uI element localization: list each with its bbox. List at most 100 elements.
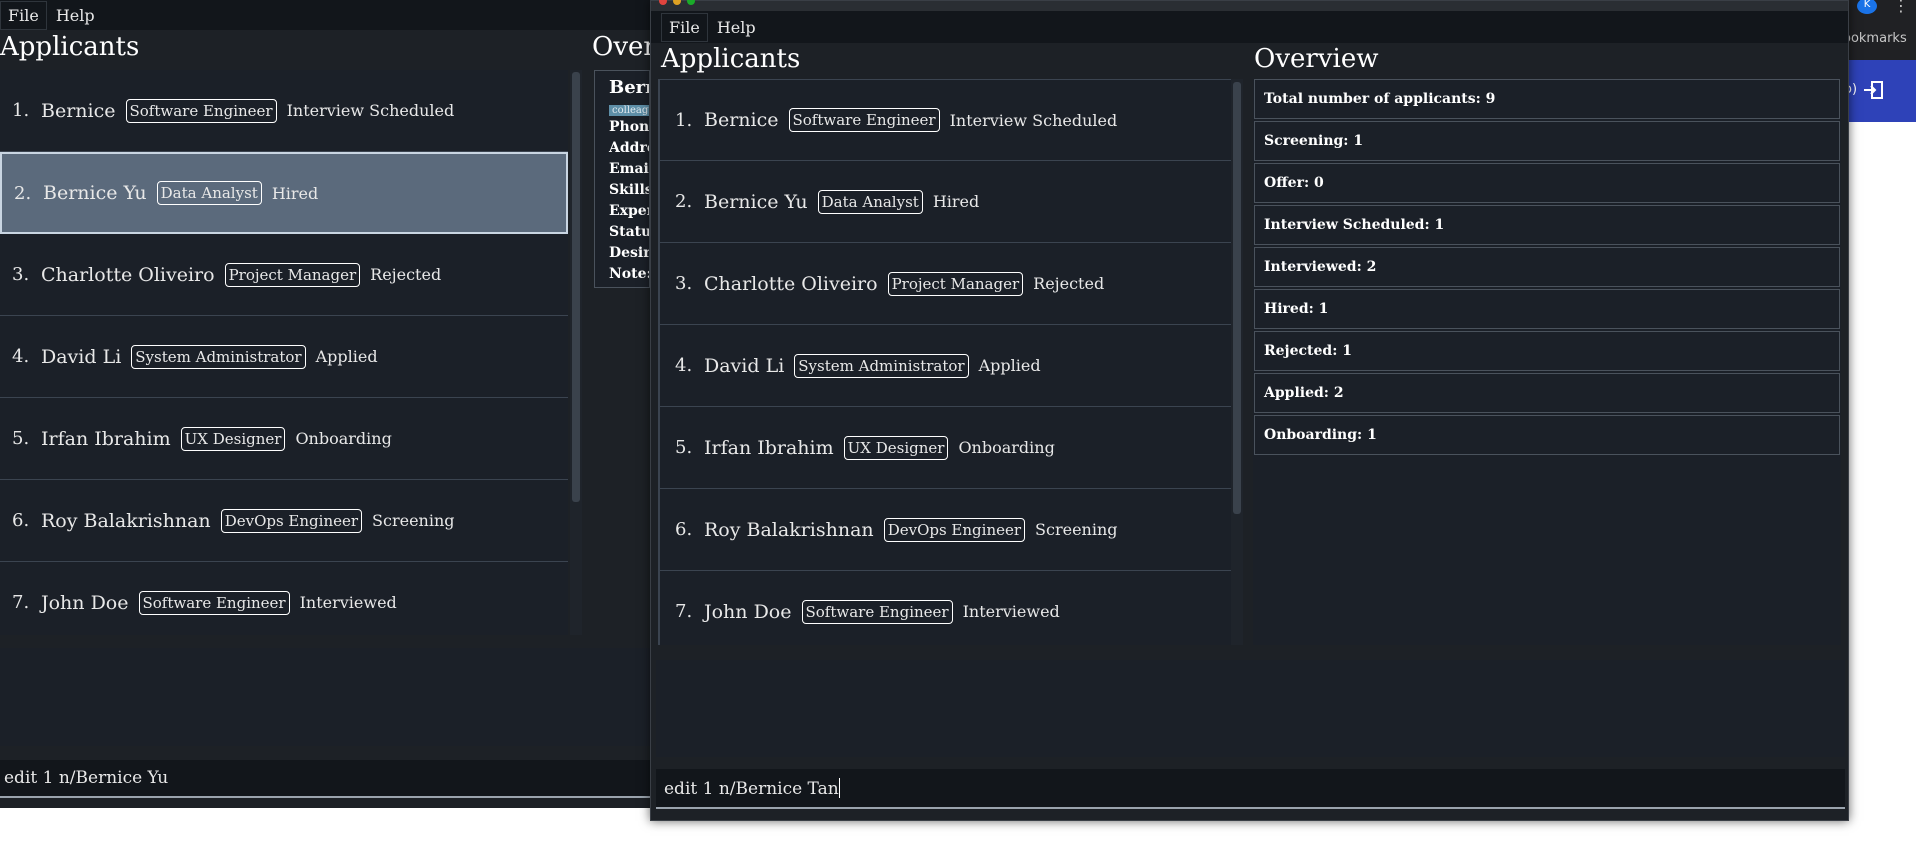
applicants-title: Applicants	[661, 44, 801, 74]
applicant-name: David Li	[704, 354, 785, 377]
browser-page-area	[1842, 0, 1916, 841]
applicant-name: Charlotte Oliveiro	[704, 272, 878, 295]
applicant-card[interactable]: 7. John Doe Software Engineer Interviewed	[659, 571, 1238, 645]
fg-titlebar[interactable]	[651, 0, 1848, 11]
applicant-card[interactable]: 4. David Li System Administrator Applied	[659, 325, 1238, 407]
role-tag: Software Engineer	[138, 590, 290, 615]
bg-scrollbar-thumb[interactable]	[572, 72, 580, 502]
status-text: Onboarding	[295, 429, 392, 448]
role-tag: System Administrator	[794, 353, 969, 378]
applicant-name: Charlotte Oliveiro	[41, 263, 215, 286]
applicant-card[interactable]: 4. David Li System Administrator Applied	[0, 316, 568, 398]
applicant-card[interactable]: 2. Bernice Yu Data Analyst Hired	[659, 161, 1238, 243]
applicant-card[interactable]: 7. John Doe Software Engineer Interviewed	[0, 562, 568, 635]
applicant-card[interactable]: 5. Irfan Ibrahim UX Designer Onboarding	[659, 407, 1238, 489]
applicant-card[interactable]: 1. Bernice Software Engineer Interview Sche…	[659, 79, 1238, 161]
detail-field-label: Experience:	[609, 203, 650, 219]
role-tag: UX Designer	[180, 426, 286, 451]
detail-field-label: Note:	[609, 266, 650, 282]
status-text: Rejected	[370, 265, 442, 284]
applicant-card[interactable]: 3. Charlotte Oliveiro Project Manager Rejec…	[0, 234, 568, 316]
sign-in-icon[interactable]	[1863, 81, 1883, 99]
applicant-card[interactable]: 5. Irfan Ibrahim UX Designer Onboarding	[0, 398, 568, 480]
bg-applicant-detail-card: Bernice Yu colleagues Phone: Address: Emai…	[594, 70, 650, 288]
overview-stat: Offer: 0	[1254, 163, 1840, 203]
applicant-name: Irfan Ibrahim	[41, 427, 171, 450]
applicant-name: Irfan Ibrahim	[704, 436, 834, 459]
status-text: Interviewed	[962, 602, 1060, 621]
overview-panel: Total number of applicants: 9 Screening: …	[1253, 79, 1841, 645]
status-text: Interview Scheduled	[949, 110, 1118, 130]
applicant-name: John Doe	[704, 600, 792, 623]
bookmarks-label[interactable]: ookmarks	[1843, 31, 1907, 46]
status-text: Applied	[315, 347, 378, 366]
applicant-name: Roy Balakrishnan	[41, 509, 211, 532]
menu-help[interactable]: Help	[710, 14, 763, 41]
command-box[interactable]: edit 1 n/Bernice Tan	[656, 769, 1845, 809]
applicant-card[interactable]: 1. Bernice Software Engineer Interview Sche…	[0, 70, 568, 152]
role-tag: Software Engineer	[788, 108, 940, 132]
status-text: Hired	[271, 183, 319, 203]
applicant-card[interactable]: 2. Bernice Yu Data Analyst Hired	[0, 152, 568, 234]
detail-tag: colleagues	[609, 105, 649, 116]
bg-applicants-title: Applicants	[0, 32, 140, 62]
overview-stat: Rejected: 1	[1254, 331, 1840, 371]
applicant-name: Bernice	[41, 99, 116, 122]
overview-stat: Screening: 1	[1254, 121, 1840, 161]
overview-title: Overview	[1254, 44, 1379, 74]
overview-stat: Total number of applicants: 9	[1254, 79, 1840, 119]
applicant-card[interactable]: 6. Roy Balakrishnan DevOps Engineer Screeni…	[0, 480, 568, 562]
applicant-index: 6.	[12, 510, 30, 531]
minimize-window-icon[interactable]	[673, 0, 681, 5]
detail-field-label: Status:	[609, 224, 650, 240]
applicant-list[interactable]: 1. Bernice Software Engineer Interview Sche…	[658, 79, 1238, 645]
desktop-strip	[0, 808, 650, 841]
result-display	[656, 660, 1845, 757]
role-tag: DevOps Engineer	[883, 517, 1026, 542]
fg-menubar: File Help	[651, 11, 1848, 43]
applicant-index: 6.	[675, 519, 693, 540]
applicant-index: 4.	[12, 346, 30, 367]
bg-menubar: File Help	[0, 0, 650, 30]
applicant-index: 1.	[675, 109, 693, 131]
overview-stat: Onboarding: 1	[1254, 415, 1840, 455]
overview-stat: Applied: 2	[1254, 373, 1840, 413]
applicant-name: David Li	[41, 345, 122, 368]
role-tag: Data Analyst	[817, 189, 923, 214]
applicant-index: 2.	[14, 182, 32, 204]
menu-file[interactable]: File	[661, 12, 708, 42]
detail-field-label: Desired role:	[609, 245, 650, 261]
maximize-window-icon[interactable]	[687, 0, 695, 5]
browser-menu-icon[interactable]: ⋮	[1893, 0, 1909, 15]
bg-list-scrollbar[interactable]	[570, 70, 582, 635]
status-text: Hired	[932, 192, 980, 211]
overview-stat: Interview Scheduled: 1	[1254, 205, 1840, 245]
scrollbar-thumb[interactable]	[1233, 82, 1241, 514]
applicant-name: Bernice Yu	[43, 182, 147, 204]
close-window-icon[interactable]	[659, 0, 667, 5]
bg-command-box[interactable]: edit 1 n/Bernice Yu	[0, 760, 650, 798]
bg-menu-file[interactable]: File	[0, 0, 47, 30]
role-tag: Software Engineer	[801, 599, 953, 624]
foreground-app-window: File Help Applicants Overview 1. Bernice S…	[650, 0, 1849, 821]
status-text: Screening	[372, 511, 455, 530]
detail-name: Bernice Yu	[609, 77, 649, 98]
bg-menu-help[interactable]: Help	[49, 2, 102, 29]
status-text: Rejected	[1033, 274, 1105, 293]
applicant-card[interactable]: 6. Roy Balakrishnan DevOps Engineer Screeni…	[659, 489, 1238, 571]
overview-stat: Hired: 1	[1254, 289, 1840, 329]
applicant-index: 7.	[12, 592, 30, 613]
applicant-name: John Doe	[41, 591, 129, 614]
applicant-name: Roy Balakrishnan	[704, 518, 874, 541]
list-scrollbar[interactable]	[1231, 79, 1243, 645]
text-caret	[838, 778, 840, 798]
overview-stat: Interviewed: 2	[1254, 247, 1840, 287]
bg-applicant-list[interactable]: 1. Bernice Software Engineer Interview Sche…	[0, 70, 568, 635]
role-tag: Project Manager	[224, 262, 361, 287]
applicant-card[interactable]: 3. Charlotte Oliveiro Project Manager Rejec…	[659, 243, 1238, 325]
role-tag: Project Manager	[887, 271, 1024, 296]
role-tag: DevOps Engineer	[220, 508, 363, 533]
status-text: Onboarding	[958, 438, 1055, 457]
applicant-index: 2.	[675, 191, 693, 212]
status-text: Screening	[1035, 520, 1118, 539]
